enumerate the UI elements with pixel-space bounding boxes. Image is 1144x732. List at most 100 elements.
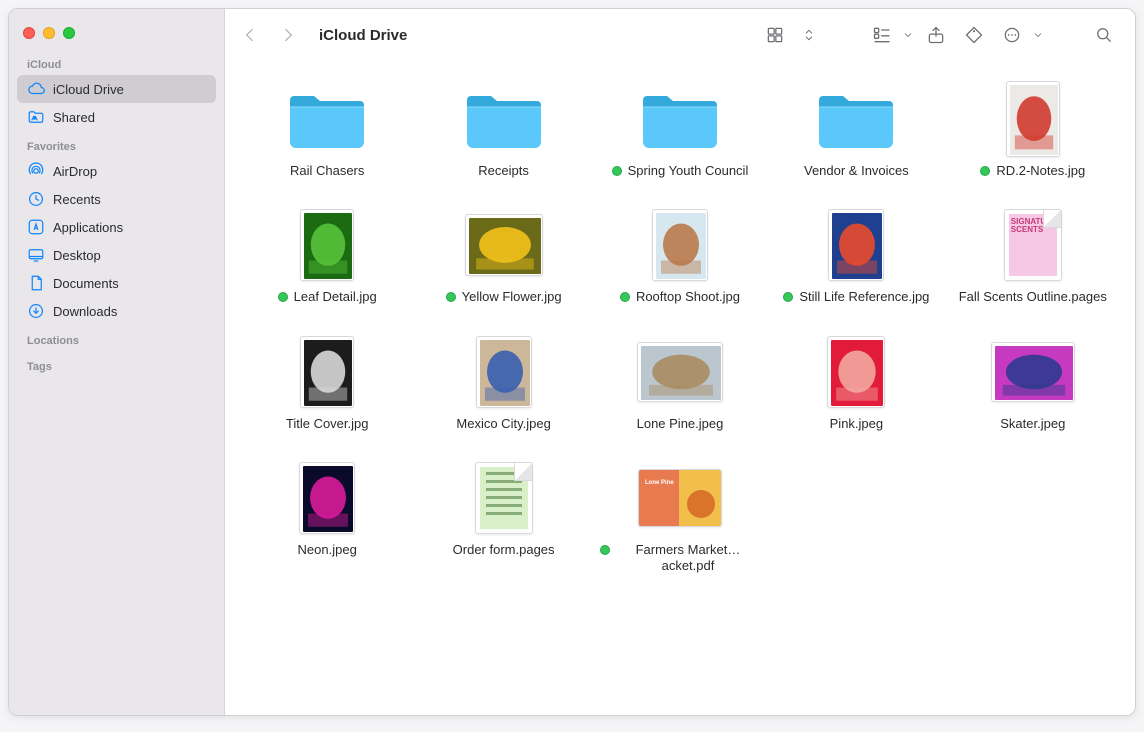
downloads-icon — [27, 302, 45, 320]
sidebar-item-shared[interactable]: Shared — [17, 103, 216, 131]
sidebar-section-label: iCloud — [9, 49, 224, 75]
file-item[interactable]: RD.2-Notes.jpg — [948, 83, 1118, 179]
sidebar-item-label: Desktop — [53, 248, 101, 263]
sidebar-item-label: Documents — [53, 276, 119, 291]
window-controls — [9, 15, 224, 49]
group-icon — [865, 20, 899, 50]
tag-dot-green — [612, 166, 622, 176]
sidebar-item-downloads[interactable]: Downloads — [17, 297, 216, 325]
file-label: Mexico City.jpeg — [456, 416, 550, 432]
file-item[interactable]: Order form.pages — [419, 462, 589, 575]
sidebar-item-recents[interactable]: Recents — [17, 185, 216, 213]
file-label: Rail Chasers — [290, 163, 364, 179]
sidebar-item-label: Shared — [53, 110, 95, 125]
sidebar-item-documents[interactable]: Documents — [17, 269, 216, 297]
file-label: Leaf Detail.jpg — [294, 289, 377, 305]
file-item[interactable]: Neon.jpeg — [242, 462, 412, 575]
tag-dot-green — [600, 545, 610, 555]
file-thumbnail — [637, 336, 723, 408]
file-thumbnail — [284, 336, 370, 408]
desktop-icon — [27, 246, 45, 264]
file-thumbnail — [461, 209, 547, 281]
view-switcher-icon — [801, 20, 817, 50]
file-label: Lone Pine.jpeg — [637, 416, 724, 432]
file-item[interactable]: Spring Youth Council — [595, 83, 765, 179]
tag-dot-green — [278, 292, 288, 302]
file-label: Yellow Flower.jpg — [462, 289, 562, 305]
shared-folder-icon — [27, 108, 45, 126]
file-item[interactable]: SIGNATU SCENTS Fall Scents Outline.pages — [948, 209, 1118, 305]
clock-icon — [27, 190, 45, 208]
sidebar-section-label: Favorites — [9, 131, 224, 157]
file-label: Skater.jpeg — [1000, 416, 1065, 432]
sidebar-item-label: iCloud Drive — [53, 82, 124, 97]
file-label: Receipts — [478, 163, 529, 179]
file-label: Vendor & Invoices — [804, 163, 909, 179]
minimize-window-button[interactable] — [43, 27, 55, 39]
file-item[interactable]: Pink.jpeg — [771, 336, 941, 432]
file-thumbnail — [990, 336, 1076, 408]
zoom-window-button[interactable] — [63, 27, 75, 39]
more-actions-button[interactable] — [995, 20, 1045, 50]
file-item[interactable]: Rooftop Shoot.jpg — [595, 209, 765, 305]
tag-dot-green — [446, 292, 456, 302]
sidebar-item-label: AirDrop — [53, 164, 97, 179]
sidebar-item-desktop[interactable]: Desktop — [17, 241, 216, 269]
view-mode-control[interactable] — [765, 20, 817, 50]
airdrop-icon — [27, 162, 45, 180]
file-label: Pink.jpeg — [830, 416, 883, 432]
file-item[interactable]: Lone Pine Farmers Market…acket.pdf — [595, 462, 765, 575]
back-button[interactable] — [233, 20, 267, 50]
toolbar: iCloud Drive — [225, 9, 1135, 61]
sidebar-item-label: Recents — [53, 192, 101, 207]
documents-icon — [27, 274, 45, 292]
more-icon — [995, 20, 1029, 50]
file-thumbnail — [813, 336, 899, 408]
tag-dot-green — [620, 292, 630, 302]
applications-icon — [27, 218, 45, 236]
sidebar-item-applications[interactable]: Applications — [17, 213, 216, 241]
file-thumbnail — [990, 83, 1076, 155]
search-button[interactable] — [1087, 20, 1121, 50]
folder-icon — [461, 83, 547, 155]
file-thumbnail — [284, 462, 370, 534]
svg-text:Lone Pine: Lone Pine — [645, 480, 674, 486]
file-thumbnail — [461, 462, 547, 534]
file-item[interactable]: Vendor & Invoices — [771, 83, 941, 179]
sidebar-section-label: Tags — [9, 351, 224, 377]
file-item[interactable]: Rail Chasers — [242, 83, 412, 179]
share-button[interactable] — [919, 20, 953, 50]
location-title: iCloud Drive — [319, 27, 407, 44]
file-thumbnail — [461, 336, 547, 408]
folder-icon — [637, 83, 723, 155]
sidebar-item-icloud-drive[interactable]: iCloud Drive — [17, 75, 216, 103]
chevron-down-icon — [901, 20, 915, 50]
file-thumbnail: SIGNATU SCENTS — [990, 209, 1076, 281]
file-thumbnail — [813, 209, 899, 281]
tags-button[interactable] — [957, 20, 991, 50]
sidebar-item-label: Downloads — [53, 304, 117, 319]
tag-dot-green — [980, 166, 990, 176]
file-item[interactable]: Mexico City.jpeg — [419, 336, 589, 432]
forward-button[interactable] — [271, 20, 305, 50]
file-item[interactable]: Receipts — [419, 83, 589, 179]
file-item[interactable]: Leaf Detail.jpg — [242, 209, 412, 305]
folder-icon — [284, 83, 370, 155]
file-label: Order form.pages — [453, 542, 555, 558]
file-item[interactable]: Yellow Flower.jpg — [419, 209, 589, 305]
file-label: Fall Scents Outline.pages — [959, 289, 1107, 305]
sidebar: iCloud iCloud Drive Shared Favorites AirDrop… — [9, 9, 225, 715]
file-thumbnail — [637, 209, 723, 281]
sidebar-item-airdrop[interactable]: AirDrop — [17, 157, 216, 185]
file-item[interactable]: Lone Pine.jpeg — [595, 336, 765, 432]
file-item[interactable]: Skater.jpeg — [948, 336, 1118, 432]
file-label: Neon.jpeg — [298, 542, 357, 558]
close-window-button[interactable] — [23, 27, 35, 39]
file-label: RD.2-Notes.jpg — [996, 163, 1085, 179]
group-by-control[interactable] — [865, 20, 915, 50]
file-item[interactable]: Still Life Reference.jpg — [771, 209, 941, 305]
file-item[interactable]: Title Cover.jpg — [242, 336, 412, 432]
sidebar-section-label: Locations — [9, 325, 224, 351]
file-thumbnail — [284, 209, 370, 281]
finder-window: iCloud iCloud Drive Shared Favorites AirDrop… — [8, 8, 1136, 716]
